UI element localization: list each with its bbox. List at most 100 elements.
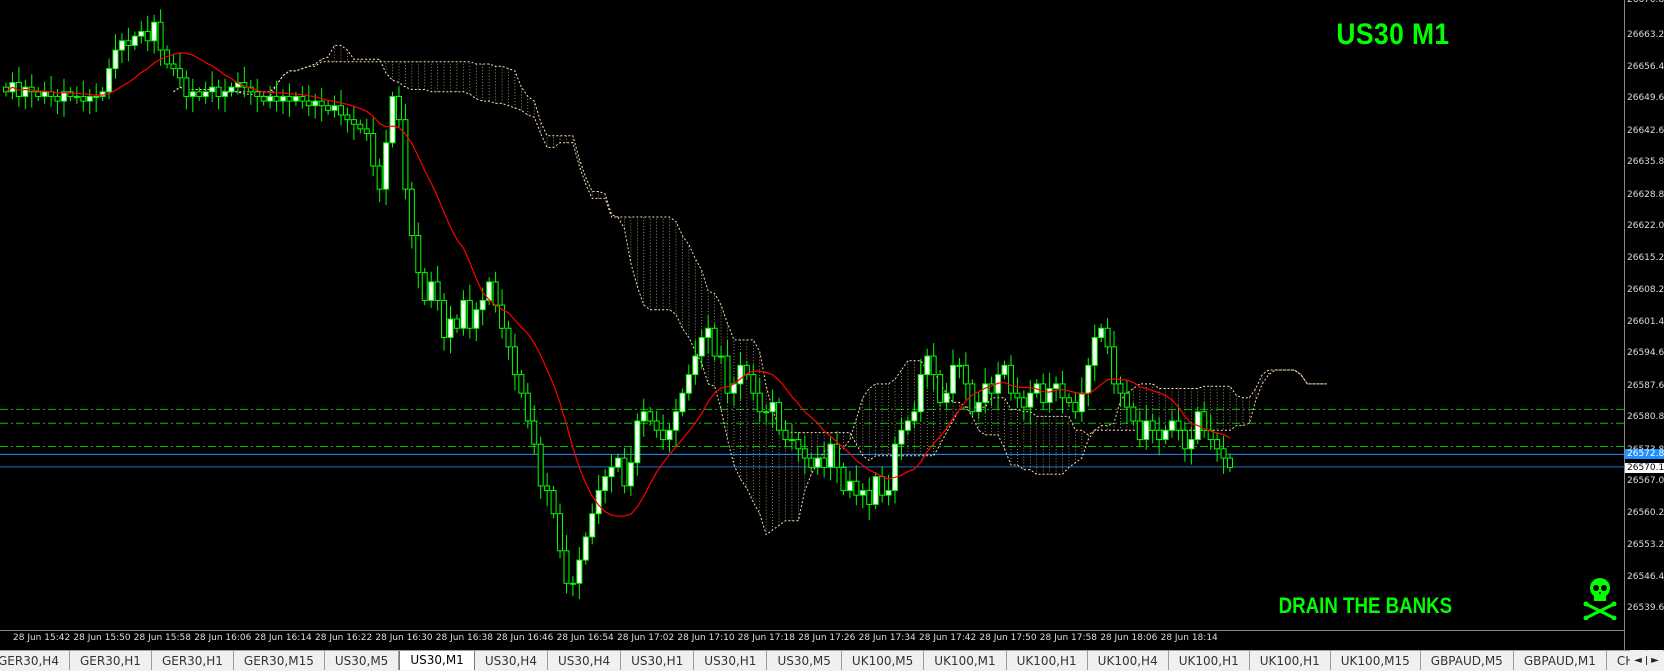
time-scale[interactable]: 28 Jun 15:42 28 Jun 15:50 28 Jun 15:58 28 J… [0, 630, 1624, 651]
price-scale-label: 26580.80 [1627, 412, 1664, 423]
candle-body [1053, 383, 1060, 390]
candle-body [872, 476, 879, 505]
candle-body [1059, 383, 1066, 399]
chart-tab[interactable]: US30,H1 [621, 651, 695, 670]
candle-body [202, 91, 209, 97]
price-chart[interactable] [0, 0, 1624, 630]
current-ask-price-tag: 26570.10 [1625, 462, 1664, 473]
chart-tab[interactable]: UK100,M15 [1331, 651, 1421, 670]
candle-body [350, 119, 357, 125]
chart-tab-bar: GER30,H4 GER30,H1 GER30,H1 GER30,M15 US30,M5… [0, 650, 1664, 671]
price-scale-label: 26635.80 [1627, 157, 1664, 168]
chart-area[interactable]: US30 M1 DRAIN THE BANKS [0, 0, 1624, 630]
chart-tab[interactable]: UK100,H1 [1007, 651, 1088, 670]
candle-body [756, 392, 763, 413]
chart-tab[interactable]: US30,H4 [548, 651, 622, 670]
candle-body [511, 346, 518, 376]
candle-body [615, 457, 621, 468]
chart-tab[interactable]: UK100,M1 [924, 651, 1007, 670]
candle-body [795, 439, 802, 450]
candle-body [106, 68, 113, 93]
price-scale-label: 26594.60 [1627, 348, 1664, 359]
candle-body [589, 513, 596, 538]
chart-tab[interactable]: UK100,H1 [1169, 651, 1250, 670]
candle-body [821, 457, 828, 468]
candle-body [544, 485, 551, 492]
chart-tab[interactable]: UK100,H1 [1250, 651, 1331, 670]
candle-body [331, 105, 338, 111]
chart-tab[interactable]: US30,H1 [694, 651, 768, 670]
candle-body [228, 86, 235, 93]
tab-scroll-right-icon[interactable]: ► [1647, 650, 1663, 670]
candle-body [949, 364, 956, 394]
candle-body [672, 411, 679, 431]
chart-tab[interactable]: GBPAUD,M5 [1421, 651, 1514, 670]
chart-tab[interactable]: UK100,M5 [842, 651, 925, 670]
price-scale-label: 26642.60 [1627, 125, 1664, 136]
candle-body [1188, 439, 1195, 450]
candle-body [138, 31, 145, 37]
candle-body [627, 462, 634, 487]
candle-body [834, 443, 841, 468]
candle-body [1020, 397, 1027, 408]
candle-body [685, 374, 692, 394]
candle-body [962, 364, 969, 385]
candle-body [312, 100, 319, 107]
candle-body [930, 355, 937, 376]
time-scale-label: 28 Jun 16:06 [194, 633, 252, 643]
candle-body [788, 439, 795, 442]
candle-body [428, 281, 435, 301]
chart-tab[interactable]: US30,M5 [767, 651, 842, 670]
candle-body [808, 457, 815, 468]
candle-body [1130, 406, 1137, 422]
chart-tab[interactable]: GBPAUD,M1 [1514, 651, 1607, 670]
time-scale-label: 28 Jun 15:50 [73, 633, 131, 643]
candle-body [840, 466, 847, 492]
candle-body [222, 91, 229, 97]
time-scale-label: 28 Jun 16:14 [254, 633, 312, 643]
time-scale-label: 28 Jun 16:38 [435, 633, 493, 643]
candle-body [531, 420, 538, 445]
chart-tab[interactable]: GER30,H1 [70, 651, 152, 670]
candle-body [853, 480, 860, 496]
price-scale-label: 26628.80 [1627, 189, 1664, 200]
candle-body [969, 383, 976, 413]
candle-body [93, 95, 100, 98]
candle-body [679, 392, 686, 413]
chart-tab[interactable]: US30,M1 [399, 651, 475, 670]
chart-tab[interactable]: GER30,H4 [0, 651, 70, 670]
candle-body [415, 235, 422, 274]
candle-body [466, 299, 473, 329]
candle-body [1046, 388, 1053, 403]
candle-body [453, 318, 460, 329]
candle-body [911, 411, 918, 422]
time-scale-label: 28 Jun 17:50 [979, 633, 1037, 643]
tab-scroll-left-icon[interactable]: ◄ [1630, 650, 1646, 670]
price-scale[interactable]: 26670.80 26663.20 26656.40 26649.60 26642.60… [1624, 0, 1664, 650]
candle-body [151, 21, 158, 42]
chart-tab[interactable]: US30,H4 [475, 651, 548, 670]
candle-body [776, 401, 783, 431]
candle-body [892, 443, 899, 492]
candle-body [273, 95, 280, 102]
candle-body [1001, 364, 1008, 376]
candle-body [22, 86, 29, 97]
candle-body [763, 411, 770, 414]
skull-crossbones-icon [1583, 578, 1617, 620]
chart-tab[interactable]: GER30,H1 [152, 651, 234, 670]
candle-body [460, 299, 467, 329]
candle-body [518, 374, 525, 394]
cloud-span-b [173, 61, 1327, 462]
candle-body [176, 68, 183, 79]
time-scale-label: 28 Jun 17:10 [677, 633, 735, 643]
candle-body [1175, 420, 1182, 431]
candle-body [395, 95, 402, 121]
candle-body [280, 95, 287, 102]
candle-body [267, 95, 274, 102]
chart-tab[interactable]: UK100,H4 [1088, 651, 1169, 670]
price-scale-label: 26656.40 [1627, 61, 1664, 72]
candle-body [112, 49, 119, 70]
candle-body [1091, 337, 1098, 366]
chart-tab[interactable]: US30,M5 [325, 651, 400, 670]
chart-tab[interactable]: GER30,M15 [234, 651, 325, 670]
